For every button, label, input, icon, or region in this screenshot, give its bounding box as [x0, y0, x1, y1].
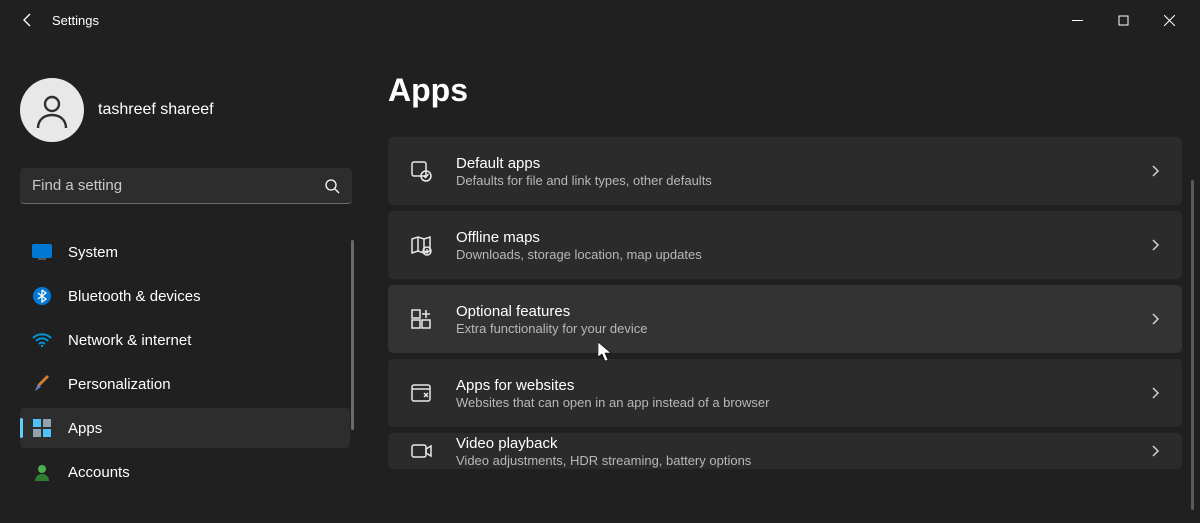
- chevron-right-icon: [1148, 238, 1162, 252]
- close-button[interactable]: [1146, 0, 1192, 40]
- sidebar-item-system[interactable]: System: [20, 232, 350, 272]
- maximize-icon: [1118, 15, 1129, 26]
- default-apps-icon: [408, 158, 434, 184]
- page-heading: Apps: [388, 72, 1182, 109]
- card-title: Apps for websites: [456, 377, 1148, 394]
- card-title: Offline maps: [456, 229, 1148, 246]
- card-title: Video playback: [456, 435, 1148, 452]
- search-input[interactable]: [32, 177, 324, 194]
- system-icon: [32, 242, 52, 262]
- offline-maps-icon: [408, 232, 434, 258]
- minimize-button[interactable]: [1054, 0, 1100, 40]
- back-button[interactable]: [8, 0, 48, 40]
- settings-cards: Default apps Defaults for file and link …: [388, 137, 1182, 469]
- sidebar-item-network[interactable]: Network & internet: [20, 320, 350, 360]
- search-box[interactable]: [20, 168, 352, 204]
- card-title: Optional features: [456, 303, 1148, 320]
- card-subtitle: Extra functionality for your device: [456, 321, 1148, 336]
- chevron-right-icon: [1148, 386, 1162, 400]
- sidebar-item-bluetooth[interactable]: Bluetooth & devices: [20, 276, 350, 316]
- window-controls: [1054, 0, 1192, 40]
- sidebar-item-label: Bluetooth & devices: [68, 288, 201, 305]
- profile-block[interactable]: tashreef shareef: [20, 78, 350, 142]
- sidebar-item-personalization[interactable]: Personalization: [20, 364, 350, 404]
- card-default-apps[interactable]: Default apps Defaults for file and link …: [388, 137, 1182, 205]
- video-playback-icon: [408, 438, 434, 464]
- scrollbar[interactable]: [1191, 180, 1194, 510]
- close-icon: [1164, 15, 1175, 26]
- sidebar-item-label: Accounts: [68, 464, 130, 481]
- wifi-icon: [32, 330, 52, 350]
- window-title: Settings: [52, 13, 99, 28]
- card-video-playback[interactable]: Video playback Video adjustments, HDR st…: [388, 433, 1182, 469]
- title-bar: Settings: [0, 0, 1200, 40]
- card-title: Default apps: [456, 155, 1148, 172]
- card-subtitle: Downloads, storage location, map updates: [456, 247, 1148, 262]
- search-icon: [324, 178, 340, 194]
- arrow-left-icon: [20, 12, 36, 28]
- sidebar-item-label: Apps: [68, 420, 102, 437]
- bluetooth-icon: [32, 286, 52, 306]
- sidebar-nav: System Bluetooth & devices Network & int…: [20, 232, 350, 492]
- profile-name: tashreef shareef: [98, 101, 214, 119]
- sidebar-item-label: System: [68, 244, 118, 261]
- apps-for-websites-icon: [408, 380, 434, 406]
- card-subtitle: Websites that can open in an app instead…: [456, 395, 1148, 410]
- chevron-right-icon: [1148, 164, 1162, 178]
- chevron-right-icon: [1148, 312, 1162, 326]
- sidebar-item-label: Network & internet: [68, 332, 191, 349]
- sidebar-item-label: Personalization: [68, 376, 171, 393]
- main-content: Apps Default apps Defaults for file and …: [360, 40, 1200, 523]
- card-offline-maps[interactable]: Offline maps Downloads, storage location…: [388, 211, 1182, 279]
- avatar: [20, 78, 84, 142]
- card-subtitle: Video adjustments, HDR streaming, batter…: [456, 453, 1148, 468]
- optional-features-icon: [408, 306, 434, 332]
- paintbrush-icon: [32, 374, 52, 394]
- apps-icon: [32, 418, 52, 438]
- card-apps-for-websites[interactable]: Apps for websites Websites that can open…: [388, 359, 1182, 427]
- maximize-button[interactable]: [1100, 0, 1146, 40]
- person-icon: [32, 90, 72, 130]
- sidebar: tashreef shareef System Bluetooth & devi…: [0, 40, 360, 523]
- card-subtitle: Defaults for file and link types, other …: [456, 173, 1148, 188]
- accounts-icon: [32, 462, 52, 482]
- chevron-right-icon: [1148, 444, 1162, 458]
- minimize-icon: [1072, 15, 1083, 26]
- sidebar-item-apps[interactable]: Apps: [20, 408, 350, 448]
- card-optional-features[interactable]: Optional features Extra functionality fo…: [388, 285, 1182, 353]
- sidebar-item-accounts[interactable]: Accounts: [20, 452, 350, 492]
